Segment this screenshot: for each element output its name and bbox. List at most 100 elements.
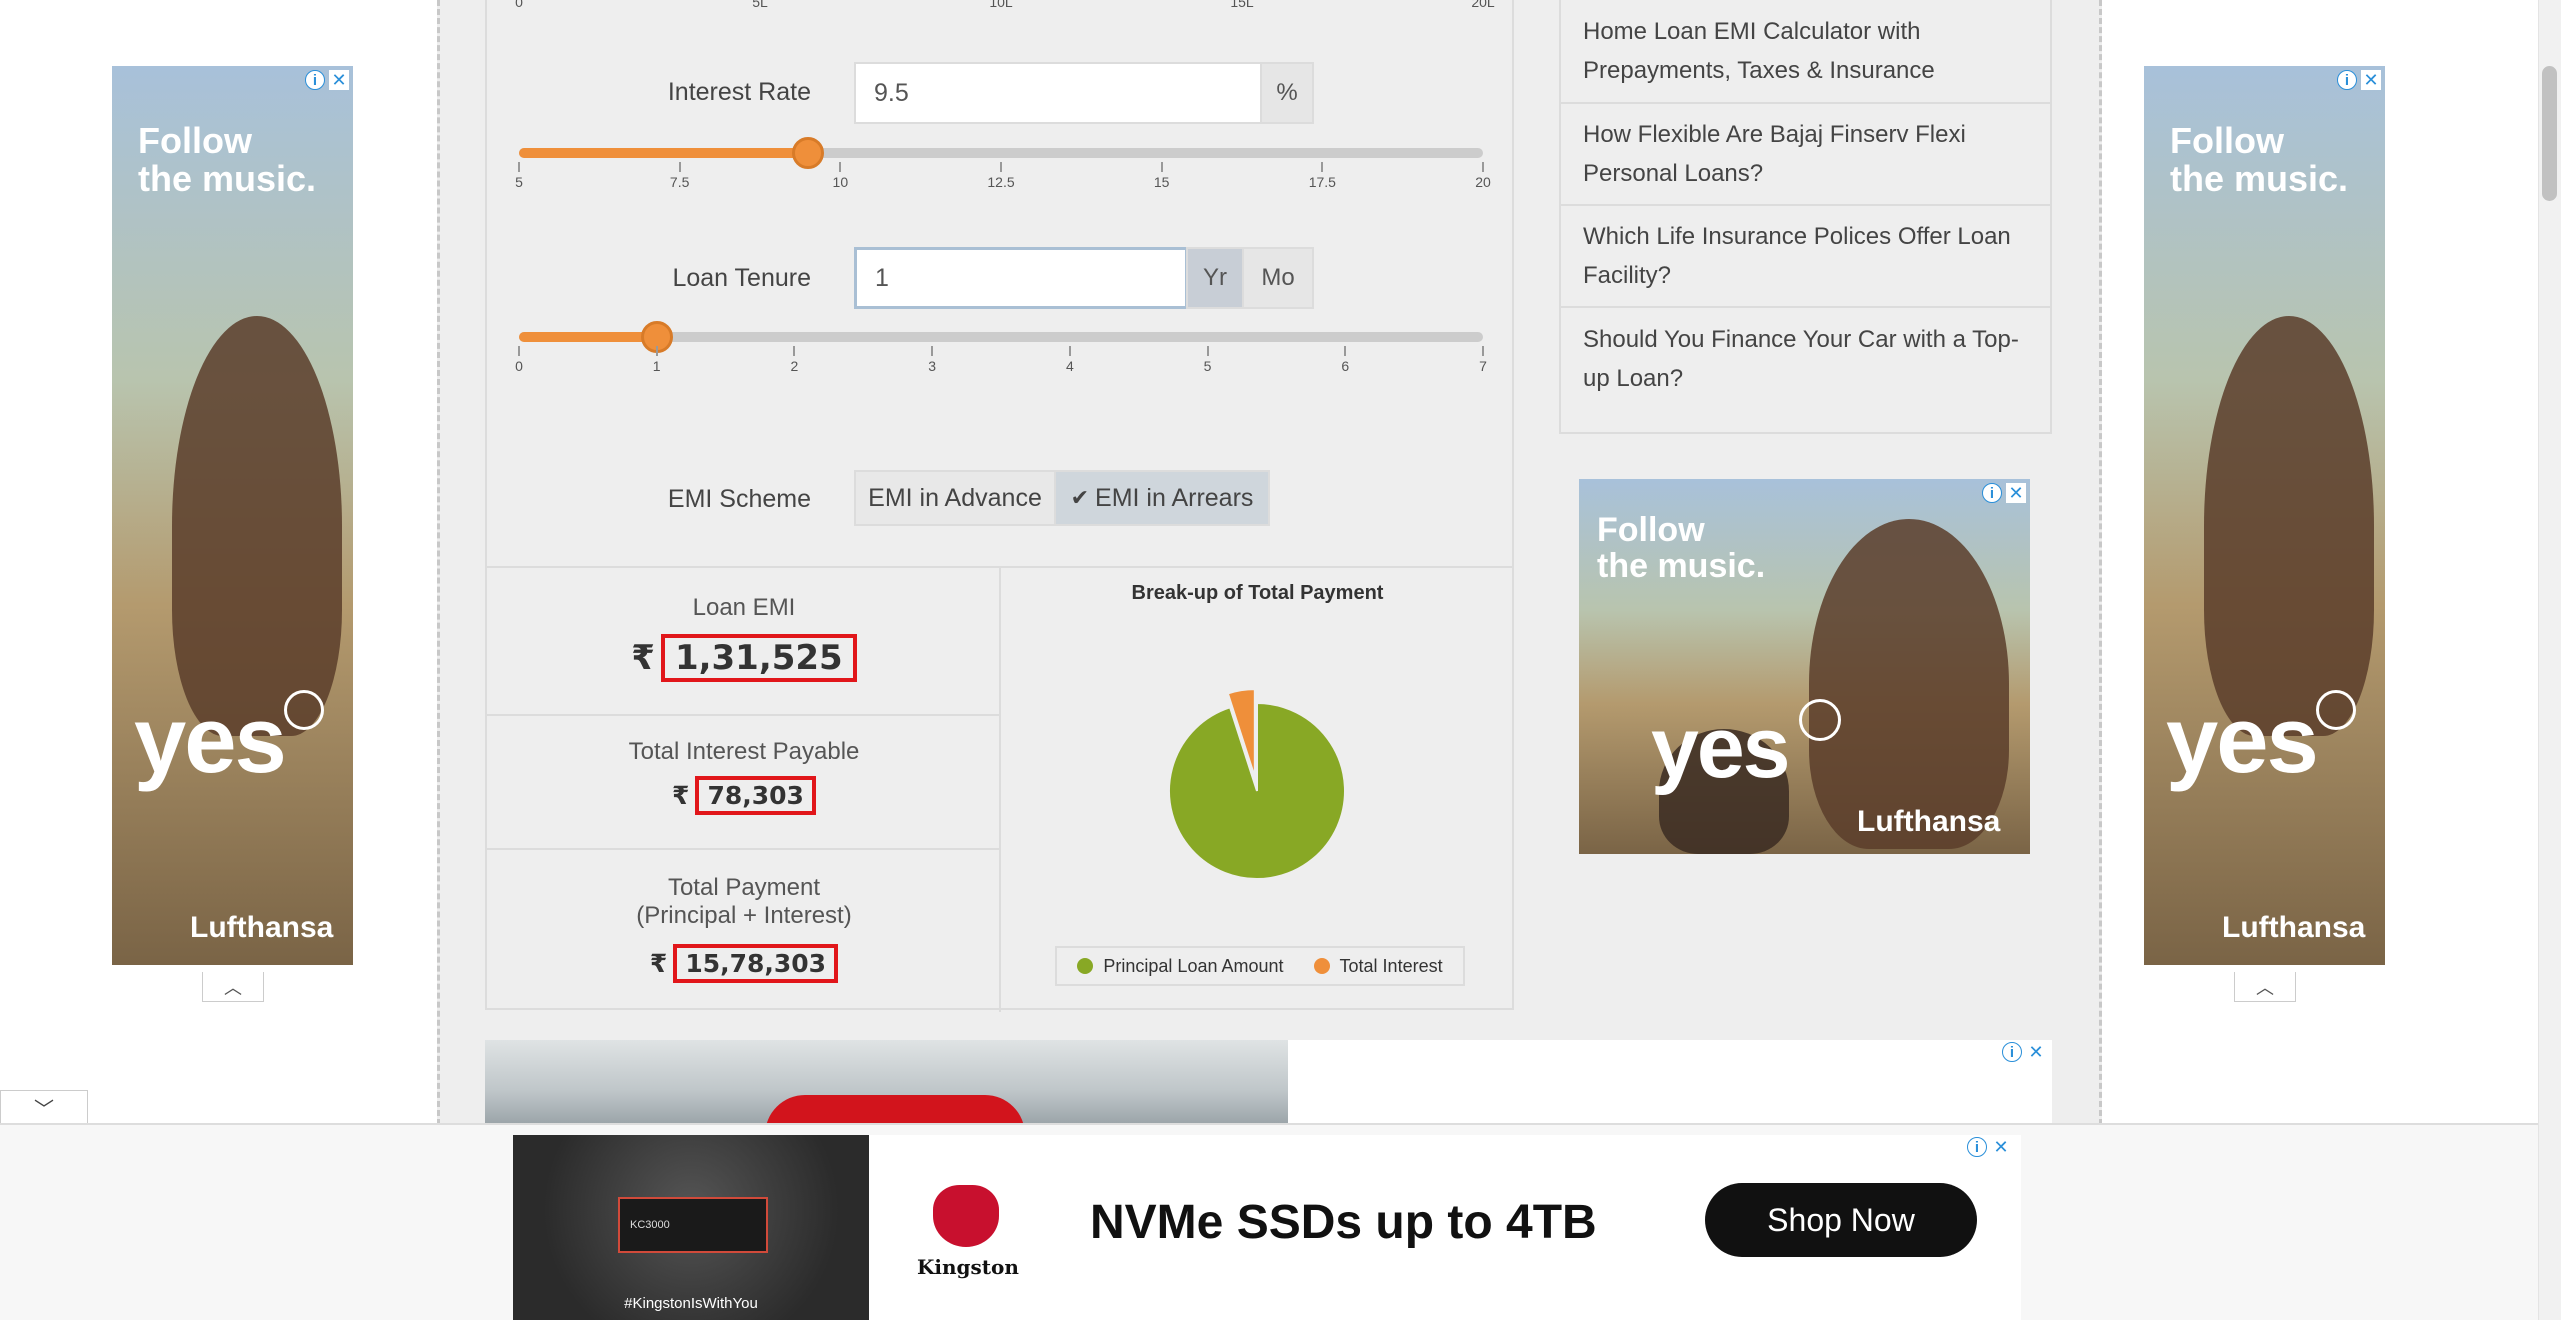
emi-in-arrears-label: EMI in Arrears	[1095, 483, 1254, 512]
slider-tick	[1482, 346, 1484, 356]
slider-fill	[519, 332, 657, 342]
ad-close-icon[interactable]: ✕	[1991, 1137, 2011, 1157]
ad-controls: i ✕	[305, 70, 349, 90]
slider-tick-label: 3	[928, 358, 937, 374]
left-ad-collapse-button[interactable]: ︿	[202, 972, 264, 1002]
sidebar-ad-lufthansa[interactable]: i ✕ Follow the music. yes Lufthansa	[1579, 479, 2030, 854]
ad-person-image	[2204, 316, 2374, 736]
ad-close-icon[interactable]: ✕	[329, 70, 349, 90]
loan-amount-tick-label: 20L	[1471, 0, 1495, 10]
kingston-ad[interactable]: KC3000 #KingstonIsWithYou Kingston NVMe …	[513, 1135, 2021, 1320]
pie-slice-principal[interactable]	[1168, 701, 1346, 880]
loan-tenure-input[interactable]: 1	[854, 247, 1188, 309]
slider-tick	[1160, 162, 1163, 172]
ad-controls: i ✕	[2337, 70, 2381, 90]
results-column: Loan EMI ₹ 1,31,525 Total Interest Payab…	[487, 568, 1001, 1012]
total-interest-value-row: ₹ 78,303	[487, 776, 1001, 815]
emi-in-arrears-option[interactable]: ✔ EMI in Arrears	[1054, 470, 1270, 526]
chart-legend: Principal Loan Amount Total Interest	[1055, 946, 1465, 986]
slider-tick	[518, 162, 520, 172]
ad-hashtag: #KingstonIsWithYou	[624, 1295, 758, 1312]
slider-tick	[793, 346, 796, 356]
tenure-month-toggle[interactable]: Mo	[1242, 247, 1314, 309]
related-article-link[interactable]: Home Loan EMI Calculator with Prepayments…	[1561, 0, 2050, 104]
slider-tick-label: 7	[1479, 358, 1487, 374]
slider-tick-label: 15	[1153, 174, 1170, 190]
emi-scheme-label: EMI Scheme	[667, 485, 811, 513]
slider-tick	[931, 346, 934, 356]
legend-swatch	[1077, 958, 1094, 974]
chevron-up-icon: ︿	[2256, 977, 2274, 998]
rupee-symbol: ₹	[649, 949, 668, 978]
slider-tick-label: 5	[1203, 358, 1212, 374]
ad-headline: Follow the music.	[2170, 120, 2349, 199]
legend-swatch	[1313, 958, 1330, 974]
ad-info-icon[interactable]: i	[305, 70, 325, 90]
slider-tick-label: 4	[1065, 358, 1074, 374]
ad-close-icon[interactable]: ✕	[2006, 483, 2026, 503]
ad-info-icon[interactable]: i	[2002, 1042, 2022, 1062]
ad-info-icon[interactable]: i	[1982, 483, 2002, 503]
emi-calculator-panel: 0 5L 10L 15L 20L Interest Rate 9.5 % 5 7.…	[485, 0, 1514, 1012]
ad-controls: i ✕	[2002, 1042, 2046, 1062]
tenure-year-toggle[interactable]: Yr	[1186, 247, 1244, 309]
loan-amount-tick-label: 0	[515, 0, 523, 10]
total-payment-label: Total Payment	[667, 874, 821, 901]
related-article-link[interactable]: Should You Finance Your Car with a Top-u…	[1561, 308, 2050, 410]
slider-tick	[518, 346, 520, 356]
slider-handle[interactable]	[792, 137, 825, 169]
ad-brand: Lufthansa	[1857, 805, 2001, 838]
scrollbar-thumb[interactable]	[2542, 66, 2557, 201]
total-payment-value-row: ₹ 15,78,303	[487, 944, 1001, 983]
loan-tenure-slider[interactable]: 0 1 2 3 4 5 6 7	[515, 321, 1487, 374]
bottom-ad-toggle-button[interactable]: ﹀	[0, 1090, 88, 1124]
ad-person-image	[172, 316, 342, 736]
check-icon: ✔	[1070, 485, 1090, 510]
slider-tick-label: 2	[790, 358, 799, 374]
total-interest-block: Total Interest Payable ₹ 78,303	[487, 714, 1001, 848]
ad-car-image	[485, 1040, 1288, 1135]
loan-tenure-label: Loan Tenure	[672, 264, 811, 292]
pie-chart	[1168, 688, 1346, 880]
slider-tick-label: 1	[652, 358, 661, 374]
ad-headline: Follow the music.	[1597, 511, 1766, 585]
legend-label: Total Interest	[1339, 955, 1443, 976]
lufthansa-crane-icon	[2316, 690, 2356, 730]
rupee-symbol: ₹	[672, 781, 690, 810]
slider-tick-label: 7.5	[669, 174, 690, 190]
ad-info-icon[interactable]: i	[1967, 1137, 1987, 1157]
results-section: Loan EMI ₹ 1,31,525 Total Interest Payab…	[487, 566, 1512, 1012]
interest-rate-slider[interactable]: 5 7.5 10 12.5 15 17.5 20	[515, 137, 1491, 190]
ad-person-image	[1809, 519, 2009, 849]
right-ad-collapse-button[interactable]: ︿	[2234, 972, 2296, 1002]
percent-addon: %	[1260, 62, 1314, 124]
related-article-link[interactable]: Which Life Insurance Polices Offer Loan F…	[1561, 206, 2050, 308]
ad-close-icon[interactable]: ✕	[2026, 1042, 2046, 1062]
shop-now-button[interactable]: Shop Now	[1705, 1183, 1977, 1257]
rupee-symbol: ₹	[631, 638, 655, 678]
chevron-up-icon: ︿	[224, 977, 242, 998]
ad-info-icon[interactable]: i	[2337, 70, 2357, 90]
kingston-logo-icon	[933, 1185, 999, 1247]
emi-in-advance-option[interactable]: EMI in Advance	[854, 470, 1056, 526]
ad-close-icon[interactable]: ✕	[2361, 70, 2381, 90]
ad-brand: Lufthansa	[2222, 911, 2366, 944]
ad-controls: i ✕	[1982, 483, 2026, 503]
slider-fill	[519, 148, 809, 158]
related-article-link[interactable]: How Flexible Are Bajaj Finserv Flexi Pers…	[1561, 104, 2050, 206]
right-ad-lufthansa[interactable]: i ✕ Follow the music. yes Lufthansa	[2144, 66, 2385, 965]
total-interest-label: Total Interest Payable	[628, 738, 860, 765]
ad-yes-text: yes	[2166, 687, 2319, 792]
slider-tick-label: 0	[515, 358, 523, 374]
slider-tick-label: 12.5	[987, 174, 1015, 190]
total-interest-value: 78,303	[695, 776, 816, 815]
loan-emi-block: Loan EMI ₹ 1,31,525	[487, 568, 1001, 716]
loan-emi-label: Loan EMI	[692, 594, 796, 621]
related-articles-list: Home Loan EMI Calculator with Prepayments…	[1559, 0, 2052, 434]
in-content-ad[interactable]: i ✕	[485, 1040, 2052, 1135]
slider-tick	[678, 162, 681, 172]
left-ad-lufthansa[interactable]: i ✕ Follow the music. yes Lufthansa	[112, 66, 353, 965]
total-payment-sublabel: (Principal + Interest)	[636, 902, 852, 929]
interest-rate-input[interactable]: 9.5	[854, 62, 1262, 124]
ad-headline: NVMe SSDs up to 4TB	[1090, 1196, 1597, 1249]
